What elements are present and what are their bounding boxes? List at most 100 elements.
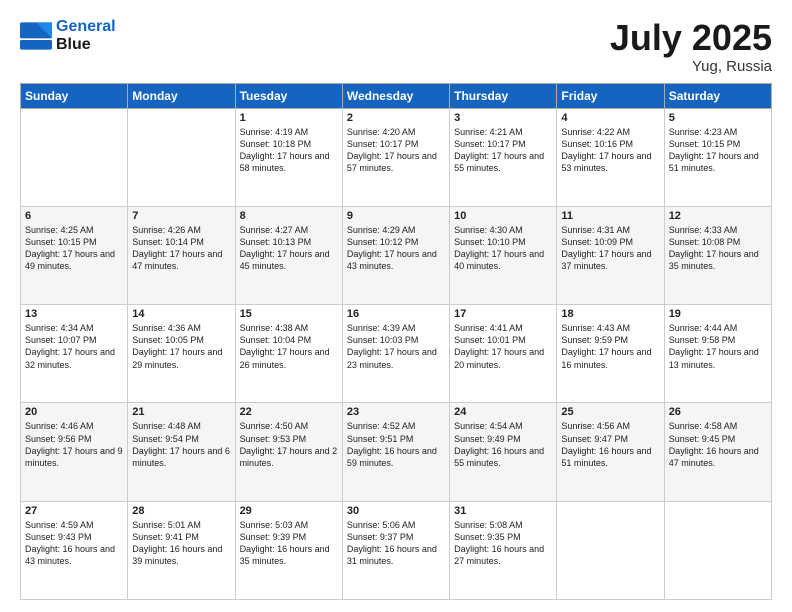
calendar-cell: [557, 501, 664, 599]
col-monday: Monday: [128, 83, 235, 108]
cell-text: Sunrise: 4:46 AM Sunset: 9:56 PM Dayligh…: [25, 420, 123, 469]
cell-text: Sunrise: 4:31 AM Sunset: 10:09 PM Daylig…: [561, 224, 659, 273]
calendar-cell: [664, 501, 771, 599]
calendar-cell: [21, 108, 128, 206]
day-number: 17: [454, 308, 552, 320]
calendar-cell: 22Sunrise: 4:50 AM Sunset: 9:53 PM Dayli…: [235, 403, 342, 501]
calendar-cell: 13 Sunrise: 4:34 AM Sunset: 10:07 PM Dayl…: [21, 305, 128, 403]
day-number: 14: [132, 308, 230, 320]
cell-text: Sunrise: 4:21 AM Sunset: 10:17 PM Daylig…: [454, 126, 552, 175]
calendar-cell: 14 Sunrise: 4:36 AM Sunset: 10:05 PM Dayl…: [128, 305, 235, 403]
calendar-cell: 31 Sunrise: 5:08 AM Sunset: 9:35 PM Dayli…: [450, 501, 557, 599]
cell-text: Sunrise: 4:36 AM Sunset: 10:05 PM Daylig…: [132, 322, 230, 371]
day-number: 2: [347, 112, 445, 124]
cell-text: Sunrise: 4:20 AM Sunset: 10:17 PM Daylig…: [347, 126, 445, 175]
calendar-cell: 16 Sunrise: 4:39 AM Sunset: 10:03 PM Dayl…: [342, 305, 449, 403]
cell-text: Sunrise: 4:39 AM Sunset: 10:03 PM Daylig…: [347, 322, 445, 371]
calendar-cell: 4Sunrise: 4:22 AM Sunset: 10:16 PM Dayli…: [557, 108, 664, 206]
calendar-cell: 28 Sunrise: 5:01 AM Sunset: 9:41 PM Dayli…: [128, 501, 235, 599]
title-block: July 2025 Yug, Russia: [610, 18, 772, 75]
day-number: 15: [240, 308, 338, 320]
day-number: 21: [132, 406, 230, 418]
col-sunday: Sunday: [21, 83, 128, 108]
calendar-cell: 24 Sunrise: 4:54 AM Sunset: 9:49 PM Dayli…: [450, 403, 557, 501]
logo: General Blue: [20, 18, 116, 53]
day-number: 10: [454, 210, 552, 222]
cell-text: Sunrise: 4:19 AM Sunset: 10:18 PM Daylig…: [240, 126, 338, 175]
day-number: 13: [25, 308, 123, 320]
cell-text: Sunrise: 4:43 AM Sunset: 9:59 PM Dayligh…: [561, 322, 659, 371]
col-friday: Friday: [557, 83, 664, 108]
day-number: 25: [561, 406, 659, 418]
day-number: 20: [25, 406, 123, 418]
cell-text: Sunrise: 4:33 AM Sunset: 10:08 PM Daylig…: [669, 224, 767, 273]
calendar-cell: 29 Sunrise: 5:03 AM Sunset: 9:39 PM Dayli…: [235, 501, 342, 599]
calendar-cell: 25 Sunrise: 4:56 AM Sunset: 9:47 PM Dayli…: [557, 403, 664, 501]
calendar-header-row: Sunday Monday Tuesday Wednesday Thursday…: [21, 83, 772, 108]
calendar-cell: 27Sunrise: 4:59 AM Sunset: 9:43 PM Dayli…: [21, 501, 128, 599]
calendar-cell: 5 Sunrise: 4:23 AM Sunset: 10:15 PM Dayli…: [664, 108, 771, 206]
day-number: 22: [240, 406, 338, 418]
day-number: 12: [669, 210, 767, 222]
month-title: July 2025: [610, 18, 772, 58]
cell-text: Sunrise: 4:44 AM Sunset: 9:58 PM Dayligh…: [669, 322, 767, 371]
day-number: 5: [669, 112, 767, 124]
cell-text: Sunrise: 5:01 AM Sunset: 9:41 PM Dayligh…: [132, 519, 230, 568]
calendar-cell: 17 Sunrise: 4:41 AM Sunset: 10:01 PM Dayl…: [450, 305, 557, 403]
calendar-week-row-5: 27Sunrise: 4:59 AM Sunset: 9:43 PM Dayli…: [21, 501, 772, 599]
calendar-week-row-4: 20 Sunrise: 4:46 AM Sunset: 9:56 PM Dayli…: [21, 403, 772, 501]
day-number: 28: [132, 505, 230, 517]
calendar-cell: 30Sunrise: 5:06 AM Sunset: 9:37 PM Dayli…: [342, 501, 449, 599]
calendar-cell: 18 Sunrise: 4:43 AM Sunset: 9:59 PM Dayli…: [557, 305, 664, 403]
calendar-cell: 2 Sunrise: 4:20 AM Sunset: 10:17 PM Dayli…: [342, 108, 449, 206]
col-thursday: Thursday: [450, 83, 557, 108]
day-number: 4: [561, 112, 659, 124]
location: Yug, Russia: [610, 58, 772, 75]
calendar-cell: [128, 108, 235, 206]
cell-text: Sunrise: 5:03 AM Sunset: 9:39 PM Dayligh…: [240, 519, 338, 568]
day-number: 16: [347, 308, 445, 320]
calendar-cell: 12 Sunrise: 4:33 AM Sunset: 10:08 PM Dayl…: [664, 206, 771, 304]
cell-text: Sunrise: 4:34 AM Sunset: 10:07 PM Daylig…: [25, 322, 123, 371]
day-number: 3: [454, 112, 552, 124]
day-number: 30: [347, 505, 445, 517]
calendar-table: Sunday Monday Tuesday Wednesday Thursday…: [20, 83, 772, 600]
day-number: 6: [25, 210, 123, 222]
cell-text: Sunrise: 4:52 AM Sunset: 9:51 PM Dayligh…: [347, 420, 445, 469]
day-number: 26: [669, 406, 767, 418]
calendar-cell: 7Sunrise: 4:26 AM Sunset: 10:14 PM Dayli…: [128, 206, 235, 304]
cell-text: Sunrise: 4:41 AM Sunset: 10:01 PM Daylig…: [454, 322, 552, 371]
cell-text: Sunrise: 4:58 AM Sunset: 9:45 PM Dayligh…: [669, 420, 767, 469]
day-number: 9: [347, 210, 445, 222]
cell-text: Sunrise: 4:38 AM Sunset: 10:04 PM Daylig…: [240, 322, 338, 371]
day-number: 7: [132, 210, 230, 222]
calendar-cell: 26 Sunrise: 4:58 AM Sunset: 9:45 PM Dayli…: [664, 403, 771, 501]
calendar-cell: 9Sunrise: 4:29 AM Sunset: 10:12 PM Dayli…: [342, 206, 449, 304]
col-wednesday: Wednesday: [342, 83, 449, 108]
cell-text: Sunrise: 4:30 AM Sunset: 10:10 PM Daylig…: [454, 224, 552, 273]
col-saturday: Saturday: [664, 83, 771, 108]
calendar-cell: 19Sunrise: 4:44 AM Sunset: 9:58 PM Dayli…: [664, 305, 771, 403]
day-number: 31: [454, 505, 552, 517]
calendar-cell: 3 Sunrise: 4:21 AM Sunset: 10:17 PM Dayli…: [450, 108, 557, 206]
calendar-cell: 11 Sunrise: 4:31 AM Sunset: 10:09 PM Dayl…: [557, 206, 664, 304]
cell-text: Sunrise: 5:08 AM Sunset: 9:35 PM Dayligh…: [454, 519, 552, 568]
calendar-cell: 21Sunrise: 4:48 AM Sunset: 9:54 PM Dayli…: [128, 403, 235, 501]
calendar-cell: 8Sunrise: 4:27 AM Sunset: 10:13 PM Dayli…: [235, 206, 342, 304]
calendar-cell: 15 Sunrise: 4:38 AM Sunset: 10:04 PM Dayl…: [235, 305, 342, 403]
day-number: 8: [240, 210, 338, 222]
calendar-cell: 1Sunrise: 4:19 AM Sunset: 10:18 PM Dayli…: [235, 108, 342, 206]
logo-text: General Blue: [56, 18, 116, 53]
cell-text: Sunrise: 4:23 AM Sunset: 10:15 PM Daylig…: [669, 126, 767, 175]
day-number: 11: [561, 210, 659, 222]
logo-icon: [20, 22, 52, 50]
day-number: 24: [454, 406, 552, 418]
day-number: 29: [240, 505, 338, 517]
day-number: 27: [25, 505, 123, 517]
cell-text: Sunrise: 4:56 AM Sunset: 9:47 PM Dayligh…: [561, 420, 659, 469]
calendar-week-row-2: 6Sunrise: 4:25 AM Sunset: 10:15 PM Dayli…: [21, 206, 772, 304]
calendar-cell: 10 Sunrise: 4:30 AM Sunset: 10:10 PM Dayl…: [450, 206, 557, 304]
calendar-cell: 23Sunrise: 4:52 AM Sunset: 9:51 PM Dayli…: [342, 403, 449, 501]
cell-text: Sunrise: 4:54 AM Sunset: 9:49 PM Dayligh…: [454, 420, 552, 469]
day-number: 18: [561, 308, 659, 320]
